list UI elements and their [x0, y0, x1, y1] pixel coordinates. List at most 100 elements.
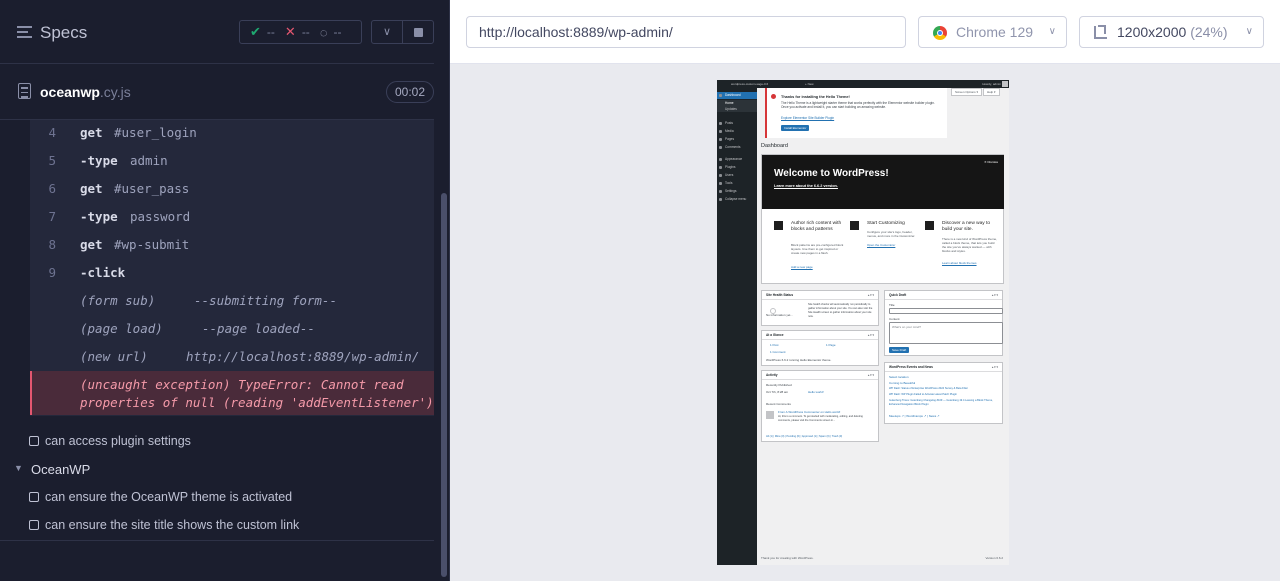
- notice-link[interactable]: Explore Elementor Site Builder Plugin: [781, 116, 834, 120]
- spinner-icon: ◌: [319, 24, 328, 40]
- wp-menu-updates[interactable]: Updates: [717, 106, 757, 112]
- check-icon: ✔: [250, 24, 261, 39]
- stop-button[interactable]: [402, 20, 434, 44]
- alert-icon: [771, 94, 776, 99]
- test-status-icon: [29, 436, 39, 446]
- wp-menu-tools[interactable]: Tools: [717, 180, 757, 187]
- event-row[interactable]: (page load) --page loaded--: [30, 316, 434, 344]
- help-tab[interactable]: Help ▾: [983, 88, 1000, 96]
- wp-menu-users[interactable]: Users: [717, 172, 757, 179]
- command-message: #wp-submit: [114, 237, 190, 252]
- app-preview-frame[interactable]: wordpress-custom-sage-0.6 + New Howdy, a…: [717, 80, 1009, 565]
- wp-menu-media[interactable]: Media: [717, 128, 757, 135]
- glance-desc: WordPress 6.6.2 running Hello Elementor …: [766, 358, 832, 362]
- welcome-version-link[interactable]: Learn more about the 6.6.2 version.: [774, 184, 838, 188]
- wp-menu-settings[interactable]: Settings: [717, 188, 757, 195]
- passed-stat: ✔ --: [250, 24, 275, 40]
- error-row[interactable]: (uncaught exception) TypeError: Cannot r…: [30, 371, 434, 415]
- viewport-selector[interactable]: 1200x2000 (24%) ∨: [1079, 16, 1264, 48]
- failed-count: --: [301, 25, 310, 39]
- command-row[interactable]: 8 get #wp-submit: [30, 232, 434, 260]
- dismiss-button[interactable]: ✕ Dismiss: [984, 160, 998, 164]
- command-name: get: [80, 125, 103, 140]
- test-item[interactable]: can access plugin settings: [0, 427, 434, 455]
- widget-title[interactable]: Quick Draft: [885, 291, 1002, 300]
- event-row[interactable]: (new url) http://localhost:8889/wp-admin…: [30, 344, 434, 372]
- wp-menu-posts[interactable]: Posts: [717, 120, 757, 127]
- wp-menu-collapse[interactable]: Collapse menu: [717, 196, 757, 203]
- browser-selector[interactable]: Chrome 129 ∨: [918, 16, 1067, 48]
- save-draft-button[interactable]: Save Draft: [889, 347, 910, 353]
- at-a-glance-widget: At a Glance 1 Post 1 Page 1 Comment Word…: [761, 330, 879, 366]
- wp-howdy[interactable]: Howdy, admin: [982, 82, 1001, 86]
- scrollbar[interactable]: [441, 193, 447, 577]
- activity-post-link[interactable]: Hello world!: [808, 390, 824, 394]
- footer-thanks: Thank you for creating with WordPress.: [761, 556, 814, 560]
- command-message: admin: [130, 153, 168, 168]
- command-row[interactable]: 7 -type password: [30, 204, 434, 232]
- chevron-down-icon: ∨: [382, 26, 392, 38]
- event-row[interactable]: (form sub) --submitting form--: [30, 288, 434, 316]
- command-message: #user_pass: [114, 181, 190, 196]
- wp-menu-appearance[interactable]: Appearance: [717, 156, 757, 163]
- pending-stat: ◌ --: [320, 25, 342, 40]
- passed-count: --: [266, 25, 275, 39]
- spec-file-row[interactable]: oceanwp.cy.js 00:02: [0, 64, 434, 120]
- wp-footer: Thank you for creating with WordPress. V…: [761, 556, 1009, 560]
- wp-new-button[interactable]: + New: [805, 82, 814, 86]
- command-name: -type: [80, 209, 118, 224]
- wp-menu-pages[interactable]: Pages: [717, 136, 757, 143]
- wp-menu-dashboard[interactable]: Dashboard: [717, 92, 757, 99]
- menu-icon[interactable]: [17, 26, 32, 38]
- activity-comment-from[interactable]: From A WordPress Commenter on Hello worl…: [778, 410, 840, 414]
- welcome-column-link[interactable]: Learn about block themes: [942, 261, 977, 265]
- wp-screen-tabs: Screen Options ▾ Help ▾: [951, 88, 1001, 96]
- widget-title[interactable]: At a Glance: [762, 331, 878, 340]
- events-select-location[interactable]: Select location: [889, 375, 909, 379]
- wp-menu-comments[interactable]: Comments: [717, 144, 757, 151]
- activity-recent-published: Recently Published: [766, 383, 792, 387]
- screen-options-tab[interactable]: Screen Options ▾: [951, 88, 983, 96]
- install-elementor-button[interactable]: Install Elementor: [781, 125, 810, 131]
- wp-site-name[interactable]: wordpress-custom-sage-0.6: [731, 82, 768, 86]
- event-label: (new url): [80, 349, 148, 364]
- suite-item[interactable]: ▼ OceanWP: [0, 455, 434, 483]
- news-item[interactable]: WP Dash: Status of Enterprise WordPress …: [889, 387, 999, 390]
- glance-pages[interactable]: 1 Page: [826, 343, 836, 347]
- command-row[interactable]: 4 get #user_login: [30, 120, 434, 148]
- draft-title-input[interactable]: [889, 308, 1003, 314]
- duration-badge: 00:02: [386, 81, 434, 103]
- widget-title[interactable]: Site Health Status: [762, 291, 878, 300]
- wp-menu-plugins[interactable]: Plugins: [717, 164, 757, 171]
- welcome-column-link[interactable]: Add a new page: [791, 265, 813, 269]
- news-item[interactable]: WP Dash: WP Plugin Failed to Activate La…: [889, 393, 999, 396]
- command-row[interactable]: 6 get #user_pass: [30, 176, 434, 204]
- welcome-title: Welcome to WordPress!: [774, 168, 889, 179]
- glance-posts[interactable]: 1 Post: [770, 343, 779, 347]
- welcome-column-link[interactable]: Open the Customizer: [867, 243, 895, 247]
- test-item[interactable]: can ensure the OceanWP theme is activate…: [0, 483, 434, 511]
- glance-comments[interactable]: 1 Comment: [770, 350, 786, 354]
- document-icon: [18, 83, 31, 99]
- specs-title[interactable]: Specs: [40, 23, 87, 43]
- test-item[interactable]: can ensure the site title shows the cust…: [0, 511, 434, 539]
- command-row[interactable]: 5 -type admin: [30, 148, 434, 176]
- command-number: 5: [48, 153, 56, 168]
- news-item[interactable]: Gutenberg Times: Gutenberg Changelog #10…: [889, 399, 999, 407]
- health-status: No information yet...: [766, 313, 793, 317]
- chevron-down-button[interactable]: ∨: [371, 20, 403, 44]
- events-item[interactable]: Coming to Beautiful: [889, 381, 915, 385]
- event-label: (page load): [80, 321, 163, 336]
- events-footer-links[interactable]: Meetups ↗ | WordCamps ↗ | News ↗: [889, 414, 940, 418]
- url-field[interactable]: http://localhost:8889/wp-admin/: [466, 16, 906, 48]
- error-line-2: properties of null (reading 'addEventLis…: [80, 395, 434, 410]
- widget-title[interactable]: Activity: [762, 371, 878, 380]
- footer-version: Version 6.6.2: [985, 556, 1003, 560]
- activity-filters[interactable]: All (1) | Mine (0) | Pending (0) | Appro…: [766, 435, 842, 438]
- avatar: [1002, 81, 1008, 87]
- preview-toolbar: http://localhost:8889/wp-admin/ Chrome 1…: [450, 0, 1280, 64]
- event-message: http://localhost:8889/wp-admin/: [186, 349, 420, 364]
- command-row[interactable]: 9 -click: [30, 260, 434, 288]
- draft-content-input[interactable]: What's on your mind?: [889, 322, 1003, 344]
- widget-title[interactable]: WordPress Events and News: [885, 363, 1002, 372]
